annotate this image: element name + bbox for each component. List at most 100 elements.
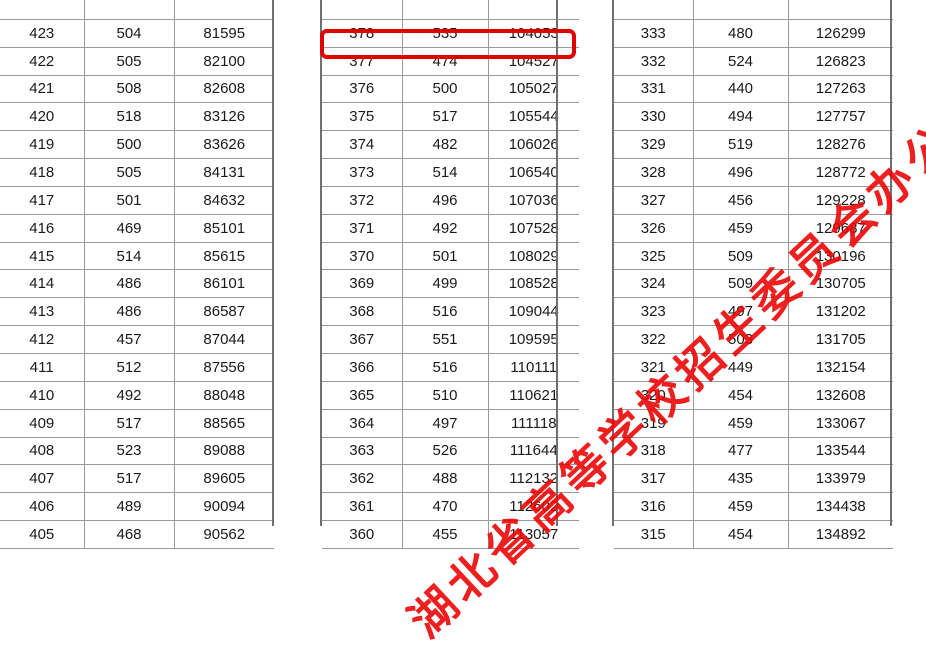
table-cell: 497 [401,408,489,438]
score-table-1: 423 504 81595 422 505 82100 421 508 82608 420 518 8… [0,0,274,549]
table-cell: 107528 [487,213,579,243]
table-cell: 371 [322,213,403,243]
table-cell: 129228 [787,185,893,215]
table-cell [0,0,85,20]
table-cell: 419 [0,130,85,160]
table-cell: 83126 [173,102,274,132]
table-row: 417 501 84632 [0,185,274,215]
table-row: 418 505 84131 [0,158,274,187]
table-row: 420 518 83126 [0,102,274,132]
table-cell: 454 [692,520,789,549]
table-cell: 89088 [173,436,274,466]
table-row: 326 459 129687 [614,213,893,243]
table-cell: 459 [692,408,789,438]
table-cell: 85615 [173,241,274,271]
table-row: 421 508 82608 [0,74,274,104]
table-cell: 130705 [787,269,893,299]
table-cell: 449 [692,352,789,382]
table-cell: 110111 [487,352,579,382]
table-cell: 373 [322,158,403,187]
table-cell: 88048 [173,380,274,410]
table-cell: 496 [401,185,489,215]
table-cell: 409 [0,408,85,438]
table-cell: 108528 [487,269,579,299]
table-cell: 480 [692,18,789,48]
table-cell: 133979 [787,464,893,494]
table-cell: 468 [83,520,175,549]
table-cell [83,0,175,20]
table-cell: 86101 [173,269,274,299]
table-cell: 109595 [487,325,579,354]
table-row: 376 500 105027 [322,74,579,104]
table-cell: 470 [401,492,489,522]
table-cell: 517 [83,464,175,494]
table-cell: 132154 [787,352,893,382]
table-row: 405 468 90562 [0,520,274,549]
table-cell: 320 [614,380,694,410]
table-cell: 374 [322,130,403,160]
table-row: 360 455 113057 [322,520,579,549]
table-cell: 477 [692,436,789,466]
table-cell: 367 [322,325,403,354]
table-cell: 370 [322,241,403,271]
table-cell: 505 [83,158,175,187]
table-cell: 105544 [487,102,579,132]
table-cell: 85101 [173,213,274,243]
table-cell: 111644 [487,436,579,466]
table-row: 422 505 82100 [0,46,274,76]
table-cell: 496 [692,158,789,187]
table-cell: 420 [0,102,85,132]
table-row: 316 459 134438 [614,492,893,522]
table-row: 367 551 109595 [322,325,579,354]
table-row: 408 523 89088 [0,436,274,466]
table-cell: 372 [322,185,403,215]
table-cell: 375 [322,102,403,132]
table-cell: 456 [692,185,789,215]
table-row: 319 459 133067 [614,408,893,438]
table-cell: 86587 [173,297,274,327]
table-cell: 317 [614,464,694,494]
table-row: 373 514 106540 [322,158,579,187]
table-cell: 494 [692,102,789,132]
table-cell: 326 [614,213,694,243]
table-cell: 454 [692,380,789,410]
table-cell: 106540 [487,158,579,187]
table-row: 407 517 89605 [0,464,274,494]
table-row: 328 496 128772 [614,158,893,187]
table-row: 323 497 131202 [614,297,893,327]
table-divider [320,0,322,526]
score-table-3: 333 480 126299 332 524 126823 331 440 127263 330 4… [614,0,893,549]
table-cell: 518 [83,102,175,132]
table-cell: 500 [401,74,489,104]
table-cell: 363 [322,436,403,466]
score-table-2: 378 535 104053 377 474 104527 376 500 105027 375 5… [322,0,579,549]
table-cell: 413 [0,297,85,327]
table-cell: 324 [614,269,694,299]
table-cell: 130196 [787,241,893,271]
table-cell: 551 [401,325,489,354]
table-cell [787,0,893,20]
table-cell: 482 [401,130,489,160]
table-row: 322 503 131705 [614,325,893,354]
table-cell: 455 [401,520,489,549]
table-cell: 500 [83,130,175,160]
table-cell: 329 [614,130,694,160]
table-cell: 131202 [787,297,893,327]
table-cell: 112602 [487,492,579,522]
table-cell [173,0,274,20]
table-row: 331 440 127263 [614,74,893,104]
table-cell: 126299 [787,18,893,48]
table-cell [401,0,489,20]
table-row: 325 509 130196 [614,241,893,271]
table-cell: 526 [401,436,489,466]
table-cell: 519 [692,130,789,160]
table-cell: 497 [692,297,789,327]
table-cell: 84632 [173,185,274,215]
table-cell: 417 [0,185,85,215]
table-cell: 405 [0,520,85,549]
table-row: 372 496 107036 [322,185,579,215]
table-cell: 459 [692,492,789,522]
table-row: 362 488 112132 [322,464,579,494]
table-cell: 514 [83,241,175,271]
table-cell: 524 [692,46,789,76]
